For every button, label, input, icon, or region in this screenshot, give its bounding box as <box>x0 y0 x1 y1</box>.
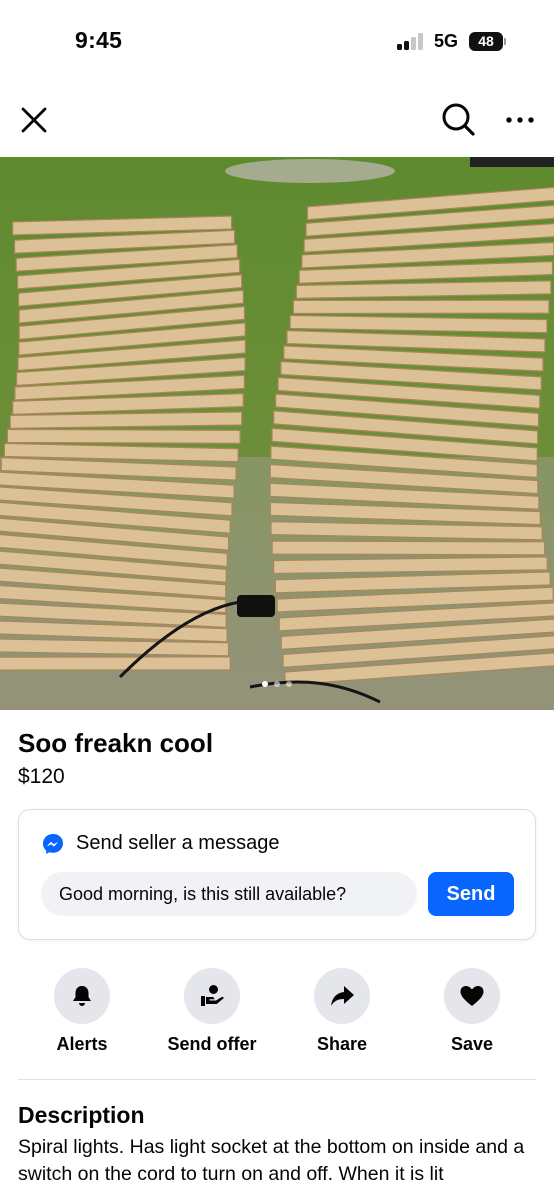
carousel-indicator <box>0 681 554 687</box>
section-divider <box>18 1079 536 1080</box>
carousel-dot[interactable] <box>286 681 292 687</box>
listing-title: Soo freakn cool <box>18 728 214 758</box>
wood-slat <box>271 540 546 556</box>
send-offer-label: Send offer <box>167 1034 257 1054</box>
wood-slat <box>9 411 243 430</box>
share-icon <box>331 986 354 1006</box>
save-button[interactable]: Save <box>417 968 527 1058</box>
status-time: 9:45 <box>75 27 123 53</box>
listing-photo[interactable] <box>0 157 554 710</box>
heart-icon <box>460 986 484 1006</box>
alerts-label: Alerts <box>56 1034 108 1054</box>
messenger-icon <box>41 832 65 856</box>
description-heading: Description <box>18 1102 145 1128</box>
bell-icon <box>73 986 91 1006</box>
wood-slat <box>0 656 231 671</box>
send-button[interactable]: Send <box>428 872 514 916</box>
send-offer-button[interactable]: Send offer <box>157 968 267 1058</box>
alerts-button[interactable]: Alerts <box>27 968 137 1058</box>
share-circle[interactable] <box>314 968 370 1024</box>
message-card-title: Send seller a message <box>76 832 280 854</box>
alerts-circle[interactable] <box>54 968 110 1024</box>
battery-icon: 48 <box>469 32 506 51</box>
share-button[interactable]: Share <box>287 968 397 1058</box>
search-icon[interactable] <box>440 101 476 137</box>
share-label: Share <box>316 1034 368 1054</box>
close-icon[interactable] <box>18 104 50 136</box>
save-circle[interactable] <box>444 968 500 1024</box>
battery-level: 48 <box>469 32 503 51</box>
signal-icon <box>397 33 425 50</box>
more-icon[interactable] <box>503 108 537 132</box>
status-bar: 9:45 5G 48 <box>0 0 554 80</box>
message-input[interactable]: Good morning, is this still available? <box>41 872 417 916</box>
wood-slat <box>292 299 550 315</box>
send-offer-icon <box>201 985 224 1006</box>
save-label: Save <box>450 1034 494 1054</box>
listing-price: $120 <box>18 765 65 788</box>
carousel-dot[interactable] <box>262 681 268 687</box>
carousel-dot[interactable] <box>274 681 280 687</box>
description-text: Spiral lights. Has light socket at the b… <box>18 1136 525 1185</box>
network-type: 5G <box>434 31 459 51</box>
wood-slat <box>6 428 241 444</box>
message-seller-card: Send seller a message Good morning, is t… <box>18 809 536 940</box>
send-offer-circle[interactable] <box>184 968 240 1024</box>
